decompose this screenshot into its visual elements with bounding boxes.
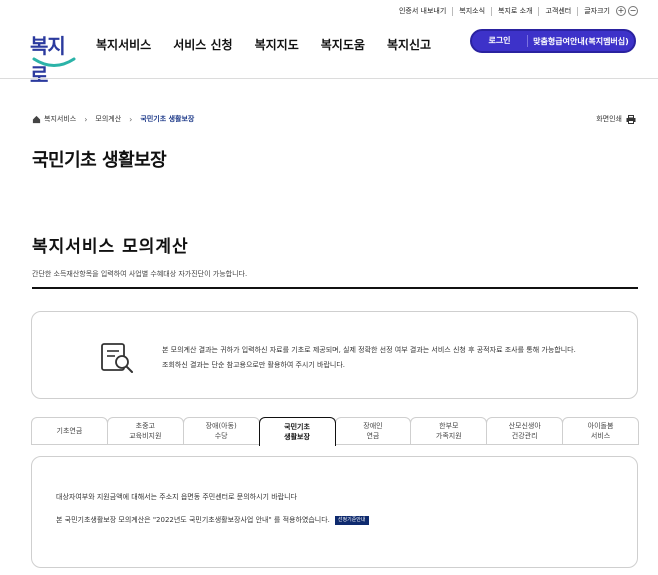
breadcrumb-current: 국민기초 생활보장 <box>140 115 195 123</box>
section-description: 간단한 소득재산항목을 입력하여 사업별 수혜대상 자가진단이 가능합니다. <box>32 270 248 278</box>
tab-single-parent[interactable]: 한부모 가족지원 <box>410 417 488 445</box>
cert-export-link[interactable]: 인증서 내보내기 <box>393 6 454 16</box>
logo-smile-icon <box>32 57 76 67</box>
breadcrumb-separator: › <box>84 114 88 124</box>
nav-welfare-service[interactable]: 복지서비스 <box>96 36 151 53</box>
print-label: 화면인쇄 <box>596 115 622 123</box>
site-logo[interactable]: 복지로 <box>28 26 78 87</box>
welfare-news-link[interactable]: 복지소식 <box>453 6 493 16</box>
nav-welfare-help[interactable]: 복지도움 <box>321 36 365 53</box>
nav-service-apply[interactable]: 서비스 신청 <box>173 36 232 53</box>
page-title: 국민기초 생활보장 <box>32 150 167 171</box>
about-link[interactable]: 복지로 소개 <box>492 6 540 16</box>
document-search-icon <box>101 343 133 373</box>
tab-disability-allowance[interactable]: 장애(아동) 수당 <box>182 417 260 445</box>
nav-welfare-report[interactable]: 복지신고 <box>387 36 431 53</box>
login-button[interactable]: 로그인 <box>472 35 528 47</box>
tab-education-support[interactable]: 초중고 교육비지원 <box>106 417 184 445</box>
nav-welfare-map[interactable]: 복지지도 <box>255 36 299 53</box>
utility-bar: 인증서 내보내기 복지소식 복지로 소개 고객센터 글자크기 + − <box>393 6 638 16</box>
font-size-label: 글자크기 <box>584 7 610 15</box>
printer-icon <box>626 114 636 124</box>
service-tabs: 기초연금 초중고 교육비지원 장애(아동) 수당 국민기초 생활보장 장애인 연… <box>31 417 639 446</box>
tab-disability-pension[interactable]: 장애인 연금 <box>334 417 412 445</box>
tab-basic-livelihood[interactable]: 국민기초 생활보장 <box>258 417 336 446</box>
customer-center-link[interactable]: 고객센터 <box>539 6 579 16</box>
tab-maternity-care[interactable]: 산모신생아 건강관리 <box>486 417 564 445</box>
breadcrumb: 복지서비스 › 모의계산 › 국민기초 생활보장 <box>32 114 194 124</box>
tab-childcare-service[interactable]: 아이돌봄 서비스 <box>562 417 639 445</box>
criteria-guide-button[interactable]: 선정기준안내 <box>334 515 369 525</box>
breadcrumb-item[interactable]: 모의계산 <box>95 114 121 124</box>
home-icon[interactable] <box>32 115 41 124</box>
main-nav: 복지서비스 서비스 신청 복지지도 복지도움 복지신고 <box>96 36 453 53</box>
criteria-notice: 본 국민기초생활보장 모의계산은 "2022년도 국민기초생활보장사업 안내" … <box>56 515 369 525</box>
header-button-group: 로그인 맞춤형급여안내(복지멤버십) <box>470 29 636 53</box>
zoom-out-button[interactable]: − <box>628 6 638 16</box>
section-title: 복지서비스 모의계산 <box>32 237 189 257</box>
benefit-guide-button[interactable]: 맞춤형급여안내(복지멤버십) <box>528 36 634 47</box>
section-divider <box>32 287 638 289</box>
print-button[interactable]: 화면인쇄 <box>596 114 636 124</box>
notice-text: 본 모의계산 결과는 귀하가 입력하신 자료를 기초로 제공되며, 실제 정확한… <box>162 346 576 369</box>
header-divider <box>0 78 658 79</box>
zoom-in-button[interactable]: + <box>616 6 626 16</box>
contact-notice: 대상자여부와 지원금액에 대해서는 주소지 읍면동 주민센터로 문의하시기 바랍… <box>56 493 297 501</box>
tab-content-box: 대상자여부와 지원금액에 대해서는 주소지 읍면동 주민센터로 문의하시기 바랍… <box>31 456 638 568</box>
notice-box: 본 모의계산 결과는 귀하가 입력하신 자료를 기초로 제공되며, 실제 정확한… <box>31 311 638 399</box>
breadcrumb-item[interactable]: 복지서비스 <box>44 114 76 124</box>
criteria-text: 본 국민기초생활보장 모의계산은 "2022년도 국민기초생활보장사업 안내" … <box>56 516 330 524</box>
breadcrumb-separator: › <box>129 114 133 124</box>
tab-basic-pension[interactable]: 기초연금 <box>31 417 108 445</box>
